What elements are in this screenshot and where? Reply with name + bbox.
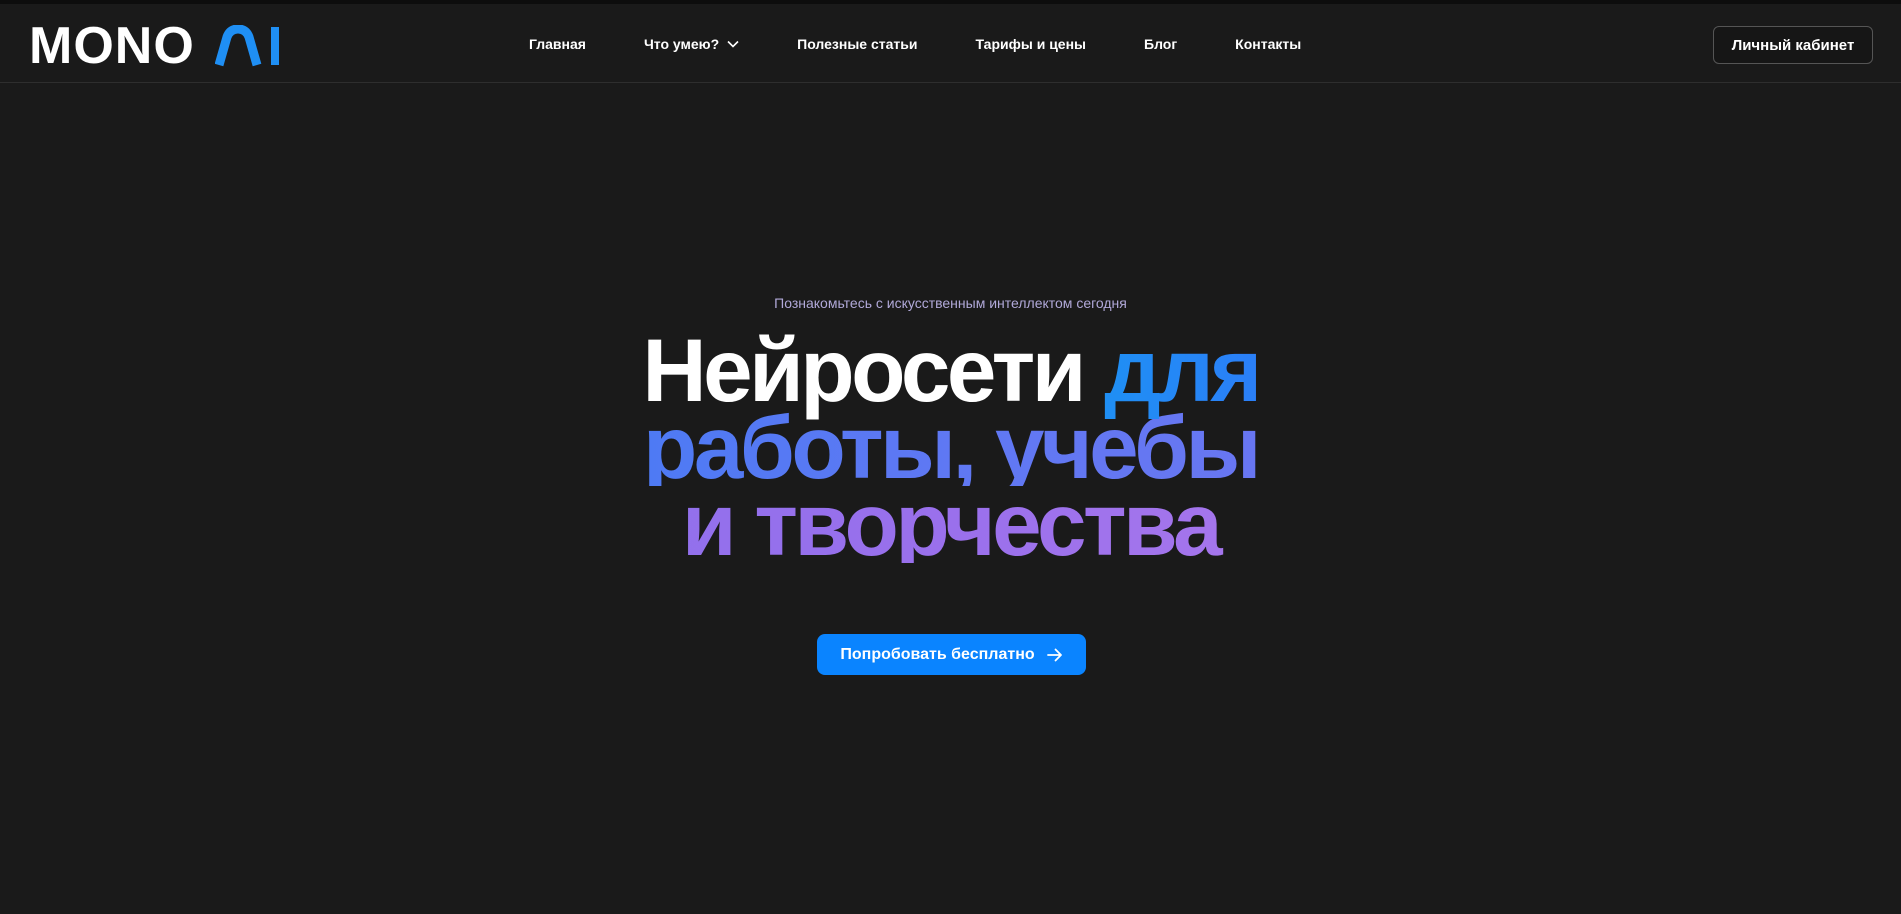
try-free-button-label: Попробовать бесплатно	[840, 645, 1035, 663]
nav-item-label: Что умею?	[643, 35, 720, 52]
logo-ai-icon	[214, 25, 279, 67]
nav-item-label: Блог	[1144, 35, 1178, 52]
nav-item-contacts[interactable]: Контакты	[1235, 36, 1301, 52]
headline-line-3: и творчества	[0, 480, 1901, 569]
main-nav: Главная Что умею? Полезные статьи Тарифы…	[529, 4, 1301, 83]
hero-eyebrow: Познакомьтесь с искусственным интеллекто…	[774, 295, 1127, 311]
nav-item-label: Тарифы и цены	[975, 35, 1086, 52]
arrow-right-icon	[1046, 648, 1063, 662]
nav-item-label: Главная	[529, 35, 586, 52]
chevron-down-icon	[727, 40, 739, 48]
nav-item-articles[interactable]: Полезные статьи	[797, 36, 917, 52]
site-header: MONO Главная Что умею? Полезные статьи Т…	[0, 4, 1901, 83]
nav-item-pricing[interactable]: Тарифы и цены	[975, 36, 1086, 52]
logo[interactable]: MONO	[29, 17, 285, 75]
nav-item-label: Контакты	[1235, 35, 1302, 52]
logo-ai-mark	[214, 25, 285, 67]
nav-item-label: Полезные статьи	[797, 35, 918, 52]
nav-item-blog[interactable]: Блог	[1144, 36, 1177, 52]
hero-headline: Нейросети для работы, учебы и творчества	[0, 326, 1901, 569]
page: MONO Главная Что умею? Полезные статьи Т…	[0, 0, 1901, 914]
nav-item-home[interactable]: Главная	[529, 36, 586, 52]
try-free-button[interactable]: Попробовать бесплатно	[817, 634, 1086, 675]
nav-item-features[interactable]: Что умею?	[644, 36, 739, 52]
personal-account-button[interactable]: Личный кабинет	[1713, 26, 1873, 64]
logo-text: MONO	[29, 17, 195, 75]
